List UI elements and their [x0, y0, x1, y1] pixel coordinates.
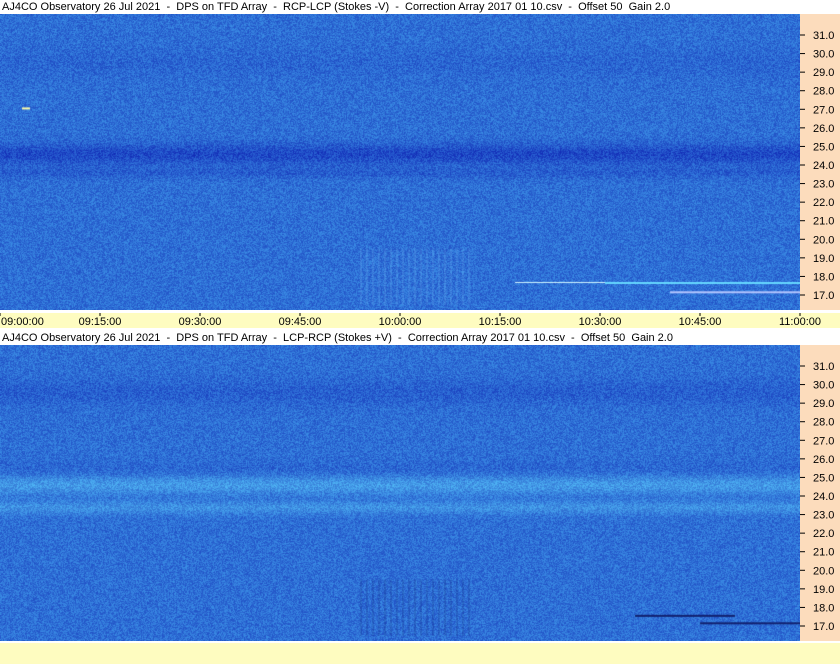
frequency-tick-label: 22.0	[813, 528, 834, 540]
frequency-tick-label: 30.0	[813, 380, 834, 392]
panel-1-title: AJ4CO Observatory 26 Jul 2021 - DPS on T…	[0, 0, 840, 14]
frequency-tick-label: 29.0	[813, 67, 834, 79]
frequency-tick-label: 25.0	[813, 472, 834, 484]
frequency-tick-label: 19.0	[813, 584, 834, 596]
frequency-tick-label: 24.0	[813, 160, 834, 172]
panel-1-time-ticks: 09:00:00 09:15:00 09:30:00 09:45:00 10:00:00…	[0, 313, 821, 328]
frequency-tick-label: 22.0	[813, 197, 834, 209]
time-tick-label: 10:45:00	[679, 316, 722, 328]
panel-1-time-axis: 09:00:00 09:15:00 09:30:00 09:45:00 10:00:00…	[0, 313, 840, 328]
frequency-tick-label: 31.0	[813, 361, 834, 373]
frequency-tick-label: 24.0	[813, 491, 834, 503]
frequency-tick-label: 23.0	[813, 510, 834, 522]
frequency-tick-label: 18.0	[813, 602, 834, 614]
time-tick-label: 09:00:00	[1, 316, 44, 328]
time-tick-label: 10:15:00	[479, 316, 522, 328]
frequency-tick-label: 23.0	[813, 179, 834, 191]
time-tick-label: 10:00:00	[379, 316, 422, 328]
panel-2-spectrogram	[0, 345, 800, 641]
panel-1-frequency-ticks: 31.0 30.0 29.0 28.0 27.0 26.0 25.0 24.0 23.0 22.0…	[800, 30, 834, 302]
time-tick-label: 11:00:00	[779, 316, 821, 328]
time-tick-label: 09:30:00	[179, 316, 222, 328]
frequency-tick-label: 20.0	[813, 234, 834, 246]
frequency-tick-label: 21.0	[813, 216, 834, 228]
time-tick-label: 09:15:00	[79, 316, 122, 328]
frequency-tick-label: 27.0	[813, 435, 834, 447]
frequency-tick-label: 28.0	[813, 86, 834, 98]
frequency-tick-label: 21.0	[813, 547, 834, 559]
panel-2-heatmap	[0, 345, 800, 641]
panel-1-frequency-axis: 31.0 30.0 29.0 28.0 27.0 26.0 25.0 24.0 23.0 22.0…	[800, 14, 840, 310]
frequency-tick-label: 18.0	[813, 271, 834, 283]
panel-2-title: AJ4CO Observatory 26 Jul 2021 - DPS on T…	[0, 331, 840, 345]
panel-1-spectrogram	[0, 14, 800, 310]
frequency-tick-label: 25.0	[813, 141, 834, 153]
frequency-tick-label: 19.0	[813, 253, 834, 265]
panel-1-heatmap	[0, 14, 800, 310]
frequency-tick-label: 17.0	[813, 621, 834, 633]
panel-2-frequency-axis: 31.0 30.0 29.0 28.0 27.0 26.0 25.0 24.0 23.0 22.0…	[800, 345, 840, 641]
panel-2-frequency-ticks: 31.0 30.0 29.0 28.0 27.0 26.0 25.0 24.0 23.0 22.0…	[800, 361, 834, 633]
frequency-tick-label: 31.0	[813, 30, 834, 42]
frequency-tick-label: 28.0	[813, 417, 834, 429]
panel-2-time-axis-area	[0, 643, 840, 664]
frequency-tick-label: 26.0	[813, 123, 834, 135]
frequency-tick-label: 30.0	[813, 49, 834, 61]
frequency-tick-label: 27.0	[813, 104, 834, 116]
frequency-tick-label: 17.0	[813, 290, 834, 302]
frequency-tick-label: 20.0	[813, 565, 834, 577]
frequency-tick-label: 26.0	[813, 454, 834, 466]
frequency-tick-label: 29.0	[813, 398, 834, 410]
time-tick-label: 10:30:00	[579, 316, 622, 328]
time-tick-label: 09:45:00	[279, 316, 322, 328]
